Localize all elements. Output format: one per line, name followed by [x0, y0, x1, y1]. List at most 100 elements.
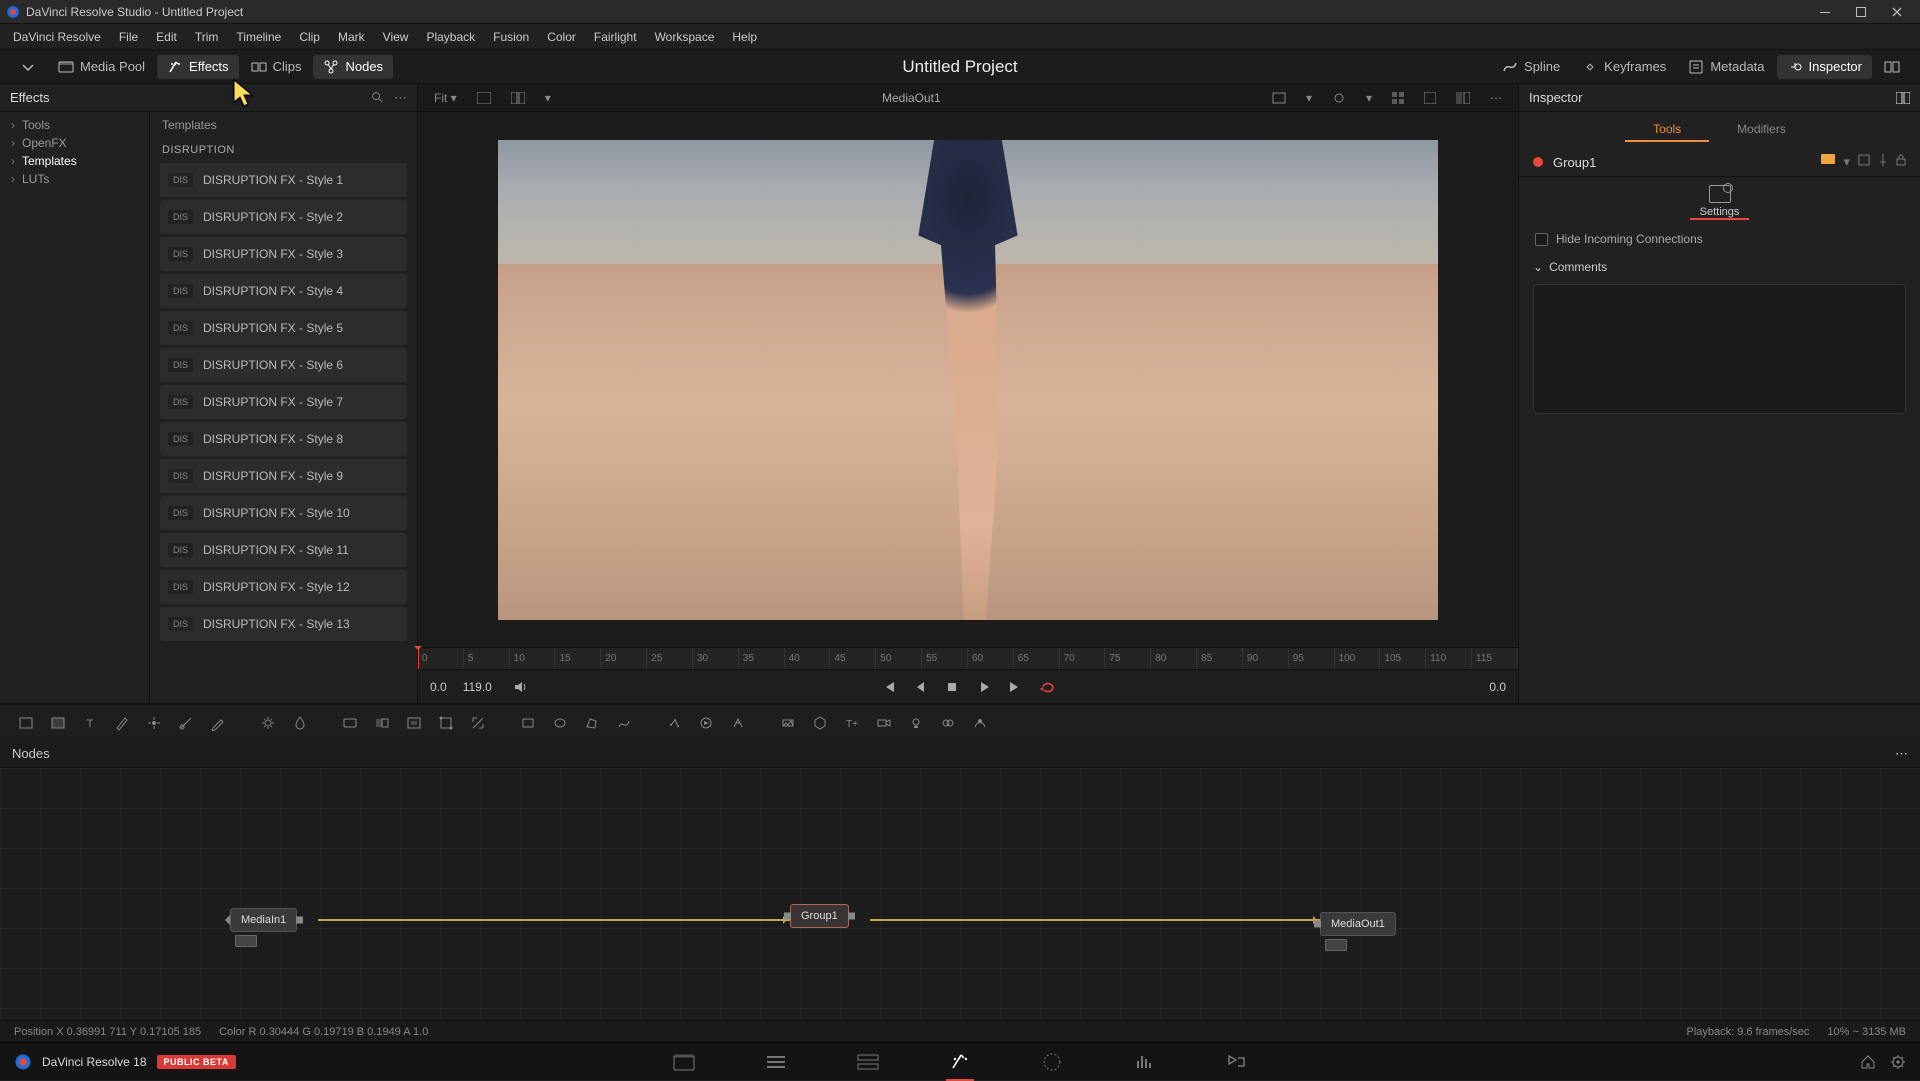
menu-view[interactable]: View	[374, 24, 418, 49]
viewer-playhead[interactable]	[418, 648, 419, 669]
menu-davinci-resolve[interactable]: DaVinci Resolve	[4, 24, 110, 49]
page-cut[interactable]	[760, 1048, 792, 1076]
effect-item[interactable]: DISDISRUPTION FX - Style 11	[160, 533, 407, 567]
effect-item[interactable]: DISDISRUPTION FX - Style 6	[160, 348, 407, 382]
inspector-settings-tab[interactable]: Settings	[1690, 185, 1750, 220]
effects-list[interactable]: Templates DISRUPTION DISDISRUPTION FX - …	[150, 112, 417, 703]
node-lock-icon[interactable]	[1896, 154, 1906, 170]
nodes-graph[interactable]: MediaIn1 Group1 MediaOut1	[0, 768, 1920, 1042]
keyframe-indicator-icon[interactable]	[1821, 154, 1835, 164]
viewer-grid-button[interactable]	[1386, 90, 1410, 106]
viewer-time-ruler[interactable]: 0510152025303540455055606570758085909510…	[418, 647, 1518, 669]
text3d-tool[interactable]: T+	[838, 710, 866, 736]
hide-incoming-checkbox[interactable]	[1535, 233, 1548, 246]
viewer-options-icon[interactable]: ⋯	[1484, 89, 1508, 107]
effect-item[interactable]: DISDISRUPTION FX - Style 2	[160, 200, 407, 234]
page-color[interactable]	[1036, 1048, 1068, 1076]
polygon-mask-tool[interactable]	[578, 710, 606, 736]
menu-help[interactable]: Help	[723, 24, 766, 49]
first-frame-button[interactable]	[875, 675, 901, 699]
merge3d-tool[interactable]	[934, 710, 962, 736]
window-maximize-button[interactable]	[1844, 2, 1878, 22]
ellipse-mask-tool[interactable]	[546, 710, 574, 736]
resize-tool[interactable]	[464, 710, 492, 736]
inspector-expand-icon[interactable]	[1896, 92, 1910, 104]
node-reset-icon[interactable]	[1858, 154, 1870, 170]
bspline-mask-tool[interactable]	[610, 710, 638, 736]
effect-item[interactable]: DISDISRUPTION FX - Style 8	[160, 422, 407, 456]
viewer-snap-dropdown[interactable]: ▾	[1360, 89, 1378, 107]
keyframes-tab[interactable]: Keyframes	[1572, 55, 1676, 79]
node-mediain1[interactable]: MediaIn1	[230, 908, 297, 932]
window-minimize-button[interactable]	[1808, 2, 1842, 22]
brightness-tool[interactable]	[254, 710, 282, 736]
inspector-modifiers-tab[interactable]: Modifiers	[1709, 118, 1814, 142]
menu-clip[interactable]: Clip	[290, 24, 329, 49]
expand-toggle[interactable]	[10, 55, 46, 79]
page-fusion[interactable]	[944, 1048, 976, 1076]
viewer-layout-1-button[interactable]	[471, 90, 497, 106]
rectangle-mask-tool[interactable]	[514, 710, 542, 736]
metadata-tab[interactable]: Metadata	[1678, 55, 1774, 79]
node-mediaout1[interactable]: MediaOut1	[1320, 912, 1396, 936]
effect-item[interactable]: DISDISRUPTION FX - Style 9	[160, 459, 407, 493]
dual-view-button[interactable]	[1874, 55, 1910, 79]
text-tool[interactable]: T	[76, 710, 104, 736]
menu-workspace[interactable]: Workspace	[646, 24, 724, 49]
node-versions-dropdown[interactable]: ▾	[1843, 154, 1850, 170]
spline-tab[interactable]: Spline	[1492, 55, 1570, 79]
project-settings-icon[interactable]	[1890, 1054, 1906, 1070]
page-edit[interactable]	[852, 1048, 884, 1076]
menu-file[interactable]: File	[110, 24, 147, 49]
menu-timeline[interactable]: Timeline	[227, 24, 290, 49]
viewer-split-button[interactable]	[1450, 90, 1476, 106]
node-group1[interactable]: Group1	[790, 904, 849, 928]
pencil-tool[interactable]	[204, 710, 232, 736]
effect-item[interactable]: DISDISRUPTION FX - Style 13	[160, 607, 407, 641]
channelbool-tool[interactable]	[336, 710, 364, 736]
viewer-roi-button[interactable]	[1266, 90, 1292, 106]
page-media[interactable]	[668, 1048, 700, 1076]
inspector-tools-tab[interactable]: Tools	[1625, 118, 1709, 142]
menu-trim[interactable]: Trim	[186, 24, 228, 49]
viewer-fit-dropdown[interactable]: Fit ▾	[428, 89, 463, 107]
menu-color[interactable]: Color	[538, 24, 585, 49]
nodes-tab[interactable]: Nodes	[313, 55, 393, 79]
light-tool[interactable]	[902, 710, 930, 736]
home-icon[interactable]	[1860, 1054, 1876, 1070]
background-tool[interactable]	[12, 710, 40, 736]
play-button[interactable]	[971, 675, 997, 699]
tree-item-templates[interactable]: ›Templates	[0, 152, 149, 170]
viewer-color-button[interactable]	[1418, 90, 1442, 106]
shape3d-tool[interactable]	[806, 710, 834, 736]
audio-icon[interactable]	[508, 675, 534, 699]
inspector-tab[interactable]: Inspector	[1777, 55, 1872, 79]
menu-edit[interactable]: Edit	[147, 24, 186, 49]
fastnoise-tool[interactable]	[44, 710, 72, 736]
effects-options-icon[interactable]: ⋯	[394, 90, 407, 106]
viewer-layout-dropdown[interactable]: ▾	[539, 89, 557, 107]
blur-tool[interactable]	[286, 710, 314, 736]
effect-item[interactable]: DISDISRUPTION FX - Style 1	[160, 163, 407, 197]
page-fairlight[interactable]	[1128, 1048, 1160, 1076]
stop-button[interactable]	[939, 675, 965, 699]
search-icon[interactable]	[370, 90, 384, 106]
node-pin-icon[interactable]	[1878, 154, 1888, 170]
window-close-button[interactable]	[1880, 2, 1914, 22]
tracker-tool[interactable]	[140, 710, 168, 736]
templates-subtab[interactable]: Templates	[150, 112, 417, 138]
inspector-node-row[interactable]: Group1 ▾	[1519, 148, 1920, 177]
viewer-layout-2-button[interactable]	[505, 90, 531, 106]
transform-tool[interactable]	[432, 710, 460, 736]
render3d-tool[interactable]	[966, 710, 994, 736]
viewer-canvas[interactable]	[418, 112, 1518, 647]
paint-tool[interactable]	[108, 710, 136, 736]
menu-fairlight[interactable]: Fairlight	[585, 24, 646, 49]
step-back-button[interactable]	[907, 675, 933, 699]
image-plane-tool[interactable]	[774, 710, 802, 736]
comments-textarea[interactable]	[1533, 284, 1906, 414]
effect-item[interactable]: DISDISRUPTION FX - Style 10	[160, 496, 407, 530]
page-deliver[interactable]	[1220, 1048, 1252, 1076]
viewer-roi-dropdown[interactable]: ▾	[1300, 89, 1318, 107]
matte-tool[interactable]	[400, 710, 428, 736]
